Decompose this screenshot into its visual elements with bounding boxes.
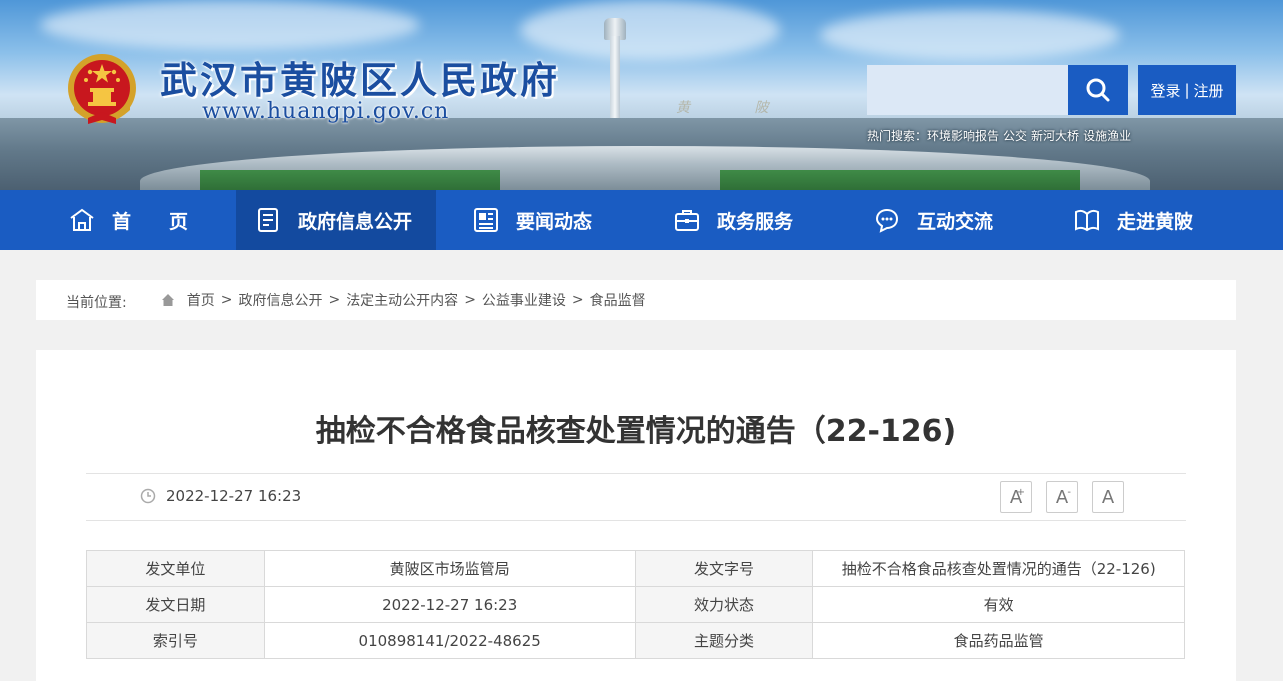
site-title: 武汉市黄陂区人民政府 [160,58,560,102]
breadcrumb-separator: > [328,292,341,308]
nav-item-label: 互动交流 [917,210,994,233]
breadcrumb-separator: > [571,292,584,308]
font-reset-button[interactable]: A [1092,481,1124,513]
breadcrumb-label: 当前位置: [66,295,127,311]
news-icon [474,208,498,232]
meta-value: 抽检不合格食品核查处置情况的通告（22-126) [812,550,1185,587]
clock-icon [140,488,156,504]
nav-item-about[interactable]: 走进黄陂 [1073,190,1193,250]
hot-search: 热门搜索：环境影响报告 公交 新河大桥 设施渔业 [867,127,1135,144]
article-datetime: 2022-12-27 16:23 [166,487,302,505]
home-icon [161,294,174,306]
document-list-icon [258,208,278,232]
login-register-box: 登录 | 注册 [1138,65,1236,115]
breadcrumb: 当前位置: 首页 > 政府信息公开 > 法定主动公开内容 > 公益事业建设 > … [36,280,1236,320]
font-increase-button[interactable]: A + [1000,481,1032,513]
table-row: 发文单位 黄陂区市场监管局 发文字号 抽检不合格食品核查处置情况的通告（22-1… [86,550,1185,587]
hot-keyword-link[interactable]: 新河大桥 [1031,129,1079,143]
breadcrumb-link[interactable]: 政府信息公开 [238,290,322,310]
nav-item-label: 政府信息公开 [298,210,413,233]
login-link[interactable]: 登录 [1150,80,1180,101]
site-url: www.huangpi.gov.cn [202,99,450,124]
nav-item-label: 政务服务 [717,210,794,233]
font-size-controls: A + A- A [1000,481,1138,513]
chat-bubble-icon [875,208,899,233]
breadcrumb-link[interactable]: 法定主动公开内容 [346,290,458,310]
banner-lawn [200,170,500,190]
book-icon [1075,209,1099,232]
article-date: 2022-12-27 16:23 [140,487,301,505]
meta-value: 有效 [812,586,1185,623]
divider [86,473,1186,474]
meta-value: 2022-12-27 16:23 [263,586,636,623]
breadcrumb-separator: > [464,292,476,308]
hot-keyword-link[interactable]: 设施渔业 [1083,129,1131,143]
meta-key: 效力状态 [634,586,814,623]
header-banner: 黄 陂 武汉市黄陂区人民政府 www.huangpi.gov.cn 登录 | 注… [0,0,1283,190]
nav-item-interaction[interactable]: 互动交流 [873,190,993,250]
breadcrumb-link[interactable]: 首页 [187,290,215,310]
nav-item-news[interactable]: 要闻动态 [472,190,592,250]
nav-item-gov-info[interactable]: 政府信息公开 [236,190,436,250]
nav-item-label: 走进黄陂 [1117,210,1194,233]
font-decrease-button[interactable]: A- [1046,481,1078,513]
banner-cloud [40,0,420,50]
table-row: 发文日期 2022-12-27 16:23 效力状态 有效 [86,586,1185,623]
hot-keyword-link[interactable]: 公交 [1003,129,1027,143]
article-panel: 抽检不合格食品核查处置情况的通告（22-126) 2022-12-27 16:2… [36,350,1236,681]
table-row: 索引号 010898141/2022-48625 主题分类 食品药品监管 [86,622,1185,659]
briefcase-icon [675,210,699,231]
breadcrumb-link[interactable]: 公益事业建设 [482,290,566,310]
search-input[interactable] [867,65,1068,115]
banner-lawn [720,170,1080,190]
login-separator: | [1184,81,1190,99]
nav-item-home[interactable]: 首 页 [68,190,188,250]
meta-value: 010898141/2022-48625 [263,622,636,659]
main-nav: 首 页 政府信息公开 要闻动态 政务服务 互动交流 走进黄陂 [0,190,1283,250]
meta-key: 索引号 [86,622,265,659]
meta-value: 食品药品监管 [812,622,1185,659]
meta-value: 黄陂区市场监管局 [263,550,636,587]
nav-item-label: 要闻动态 [516,210,593,233]
document-meta-table: 发文单位 黄陂区市场监管局 发文字号 抽检不合格食品核查处置情况的通告（22-1… [86,550,1185,659]
meta-key: 发文日期 [86,586,265,623]
search-icon [1086,78,1110,102]
banner-control-tower [604,18,626,118]
search-button[interactable] [1068,65,1128,115]
meta-key: 发文单位 [86,550,265,587]
meta-key: 发文字号 [634,550,814,587]
nav-item-label: 首 页 [112,210,189,233]
home-icon [70,208,94,231]
register-link[interactable]: 注册 [1194,80,1224,101]
breadcrumb-separator: > [220,292,233,308]
hot-keyword-link[interactable]: 环境影响报告 [927,129,999,143]
meta-key: 主题分类 [634,622,814,659]
national-emblem-icon[interactable] [66,52,138,128]
nav-item-services[interactable]: 政务服务 [673,190,793,250]
banner-cloud [820,10,1120,60]
divider [86,520,1186,521]
article-title: 抽检不合格食品核查处置情况的通告（22-126) [315,414,957,449]
banner-watermark: 黄 陂 [676,100,799,116]
breadcrumb-link[interactable]: 食品监督 [590,290,646,310]
hot-search-label: 热门搜索： [867,129,928,143]
